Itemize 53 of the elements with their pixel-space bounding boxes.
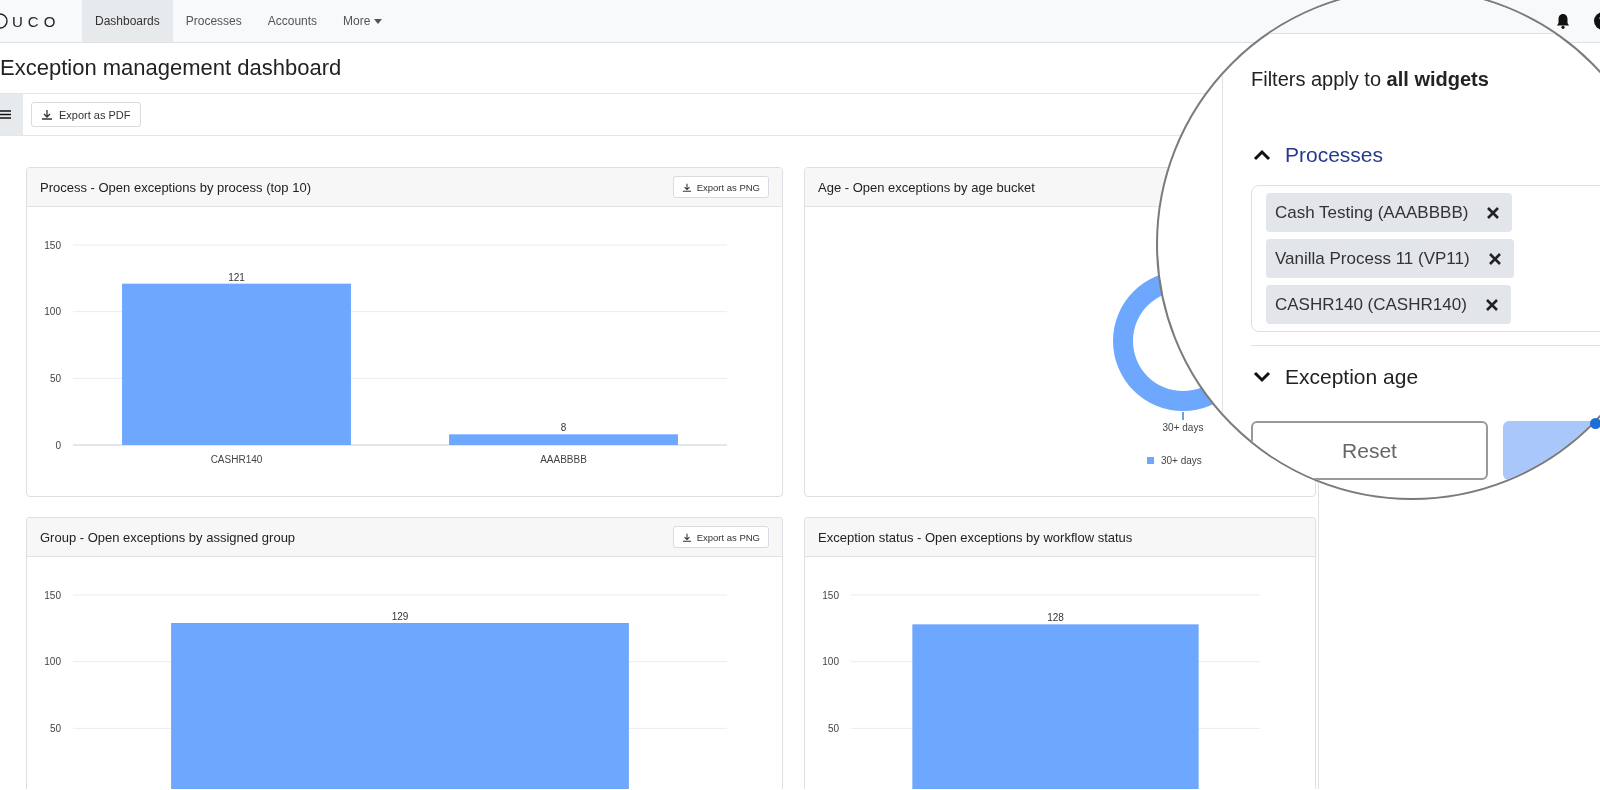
category-label: AAABBBB [540,454,587,465]
chip-label: CASHR140 (CASHR140) [1275,294,1467,315]
page-title: Exception management dashboard [0,54,342,82]
close-icon [1487,251,1502,266]
axis-tick-label: 100 [44,656,61,668]
chevron-up-icon [1253,149,1271,161]
chevron-down-icon [1253,371,1271,383]
legend-label: 30+ days [1161,455,1202,466]
axis-tick-label: 150 [822,589,839,601]
nav-tab[interactable]: Dashboards [82,0,173,42]
axis-tick-label: 50 [49,372,61,384]
axis-tick-label: 150 [44,589,61,601]
nav-tab[interactable]: Accounts [254,0,331,42]
bell-icon [1556,13,1570,29]
export-button[interactable]: Export as PDF [31,102,141,127]
axis-tick-label: 150 [44,239,61,251]
reset-button[interactable]: Reset [1251,421,1488,480]
axis-tick-label: 100 [822,656,839,668]
handle-dot[interactable] [1590,418,1600,429]
selection-field[interactable]: Cash Testing (AAABBBB) Vanilla Process 11 (VP11) CASHR140 (CASHR140) [1251,185,1600,332]
export-button[interactable]: Export as PNG [672,526,769,548]
download-icon [681,182,692,192]
data-label: 8 [560,422,567,434]
widget-title: Age - Open exceptions by age bucket [818,179,1035,195]
chip-label: Cash Testing (AAABBBB) [1275,202,1469,223]
close-icon [1484,297,1499,312]
widget-title: Process - Open exceptions by process (top 10) [40,179,311,195]
nav-tab[interactable]: Processes [172,0,255,42]
slice-label: 30+ days [1162,422,1204,433]
caret-icon [374,18,383,24]
widget-title: Exception status - Open exceptions by workflow status [818,529,1133,545]
menu-icon [0,110,11,119]
download-icon [41,109,53,120]
nav-tab[interactable]: More [330,0,396,42]
data-label: 129 [391,611,409,622]
menu-button[interactable] [0,94,23,135]
leader-line [1182,411,1184,421]
data-label: 128 [1047,612,1064,624]
section-toggle[interactable]: Exception age [1251,362,1419,392]
axis-tick-label: 50 [49,722,61,734]
chip-label: Vanilla Process 11 (VP11) [1275,248,1470,269]
logo: UCO [0,0,82,42]
section-toggle[interactable]: Processes [1251,140,1384,170]
category-label: CASHR140 [210,454,263,465]
filter-heading: Filters apply to all widgets [1251,67,1490,92]
axis-tick-label: 50 [827,722,839,734]
export-button[interactable]: Export as PNG [672,176,769,198]
widget-title: Group - Open exceptions by assigned group [40,529,296,545]
download-icon [681,532,692,542]
close-icon [1486,205,1501,220]
axis-tick-label: 100 [44,306,61,318]
axis-tick-label: 0 [55,439,61,451]
data-label: 121 [228,271,245,283]
